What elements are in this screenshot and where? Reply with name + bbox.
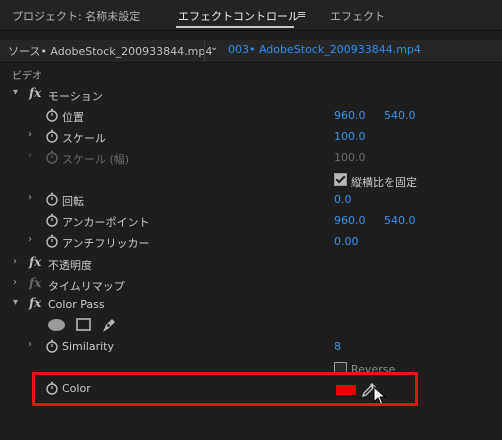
- property-label: アンカーポイント: [62, 216, 150, 229]
- source-clip-label[interactable]: ソース• AdobeStock_200933844.mp4: [8, 43, 212, 59]
- uniform-scale-label: 縦横比を固定: [351, 176, 417, 189]
- similarity-value[interactable]: 8: [334, 340, 341, 353]
- twirl-closed-icon[interactable]: ›: [28, 192, 32, 203]
- effect-row-motion[interactable]: ▾ fx モーション: [0, 85, 502, 105]
- video-section-header: ビデオ: [12, 71, 42, 82]
- effect-row-time-remap[interactable]: › fx タイムリマップ: [0, 275, 502, 295]
- source-sequence-bar: ソース• AdobeStock_200933844.mp4 ⌄ 003• Ado…: [0, 40, 502, 63]
- ellipse-mask-icon[interactable]: [48, 319, 65, 331]
- stopwatch-icon[interactable]: [45, 108, 59, 122]
- scale-width-value: 100.0: [334, 151, 366, 164]
- twirl-closed-icon[interactable]: ›: [13, 277, 17, 288]
- property-label: 回転: [62, 195, 84, 208]
- twirl-closed-icon[interactable]: ›: [28, 339, 32, 350]
- antiflicker-value[interactable]: 0.00: [334, 235, 359, 248]
- property-row-position: 位置 960.0 540.0: [0, 106, 502, 126]
- panel-tab-bar: プロジェクト: 名称未設定 エフェクトコントロール ≡ エフェクト: [0, 0, 502, 31]
- property-label: Similarity: [62, 340, 115, 353]
- twirl-open-icon[interactable]: ▾: [13, 87, 18, 98]
- stopwatch-icon: [46, 150, 58, 164]
- effect-label: 不透明度: [48, 259, 92, 272]
- effect-row-opacity[interactable]: › fx 不透明度: [0, 254, 502, 274]
- position-x-value[interactable]: 960.0: [334, 109, 366, 122]
- twirl-open-icon[interactable]: ▾: [13, 297, 18, 308]
- position-y-value[interactable]: 540.0: [384, 109, 416, 122]
- tab-effect-controls[interactable]: エフェクトコントロール: [178, 8, 299, 24]
- property-row-scale: › スケール 100.0: [0, 127, 502, 147]
- twirl-closed-icon[interactable]: ›: [28, 234, 32, 245]
- anchor-y-value[interactable]: 540.0: [384, 214, 416, 227]
- property-row-antiflicker: › アンチフリッカー 0.00: [0, 232, 502, 252]
- property-label: スケール: [62, 132, 106, 145]
- scale-value[interactable]: 100.0: [334, 130, 366, 143]
- property-row-scale-width: › スケール (幅) 100.0: [0, 148, 502, 168]
- stopwatch-icon[interactable]: [45, 234, 59, 248]
- pen-mask-icon[interactable]: [100, 316, 118, 334]
- rectangle-mask-icon[interactable]: [76, 318, 91, 331]
- property-label: アンチフリッカー: [62, 237, 150, 250]
- stopwatch-icon[interactable]: [45, 339, 59, 353]
- property-row-rotation: › 回転 0.0: [0, 190, 502, 210]
- tab-effects[interactable]: エフェクト: [330, 8, 385, 24]
- fx-icon[interactable]: fx: [29, 296, 41, 310]
- rotation-value[interactable]: 0.0: [334, 193, 352, 206]
- effect-label: Color Pass: [48, 298, 105, 311]
- annotation-highlight-box: [32, 372, 418, 406]
- panel-menu-icon[interactable]: ≡: [297, 8, 306, 21]
- uniform-scale-checkbox[interactable]: [334, 173, 347, 186]
- fx-icon: fx: [29, 276, 42, 290]
- chevron-down-icon[interactable]: ⌄: [210, 42, 218, 53]
- tab-project[interactable]: プロジェクト: 名称未設定: [12, 8, 140, 24]
- stopwatch-icon[interactable]: [45, 213, 59, 227]
- effect-label: モーション: [48, 90, 103, 103]
- sequence-clip-label[interactable]: 003• AdobeStock_200933844.mp4: [228, 43, 421, 56]
- property-label: 位置: [62, 111, 84, 124]
- stopwatch-icon[interactable]: [45, 192, 59, 206]
- active-tab-indicator: [176, 26, 294, 28]
- effect-row-color-pass[interactable]: ▾ fx Color Pass: [0, 295, 502, 315]
- fx-icon[interactable]: fx: [29, 255, 41, 269]
- property-row-similarity: › Similarity 8: [0, 337, 502, 357]
- twirl-closed-icon: ›: [28, 150, 32, 161]
- anchor-x-value[interactable]: 960.0: [334, 214, 366, 227]
- property-row-anchor-point: アンカーポイント 960.0 540.0: [0, 211, 502, 231]
- twirl-closed-icon[interactable]: ›: [28, 129, 32, 140]
- property-label: スケール (幅): [62, 153, 130, 166]
- stopwatch-icon[interactable]: [45, 129, 59, 143]
- effect-label: タイムリマップ: [48, 280, 125, 293]
- fx-icon[interactable]: fx: [29, 86, 41, 100]
- twirl-closed-icon[interactable]: ›: [13, 256, 17, 267]
- divider: [204, 40, 205, 62]
